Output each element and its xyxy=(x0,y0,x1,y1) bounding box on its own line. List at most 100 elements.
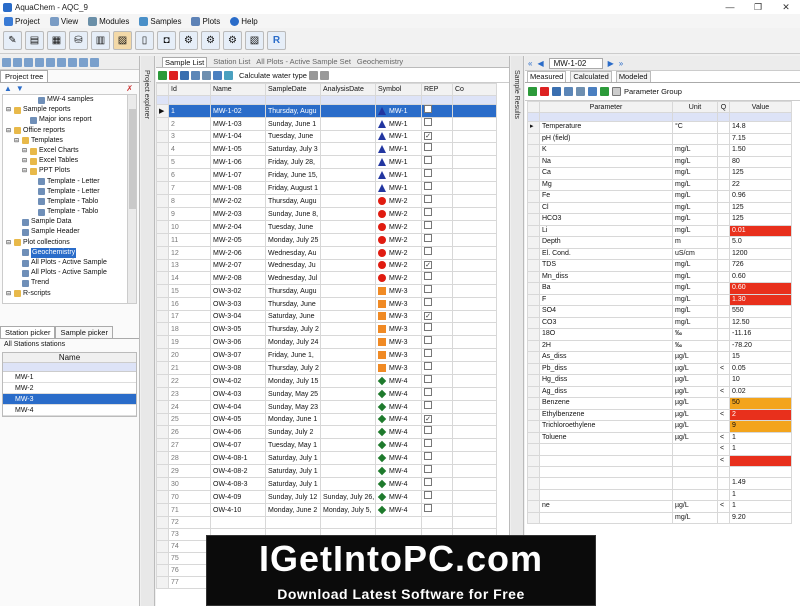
cell-name[interactable]: OW-4-04 xyxy=(210,400,266,414)
cell-parameter[interactable]: Cl xyxy=(539,201,673,214)
station-row[interactable]: MW-1 xyxy=(3,372,136,383)
settings-icon[interactable] xyxy=(90,58,99,67)
cell-name[interactable]: MW-2-04 xyxy=(210,220,266,234)
param-selector[interactable] xyxy=(527,144,540,157)
sample-row[interactable]: 6 MW-1-07 Friday, June 15, MW-1 xyxy=(156,168,497,182)
cell-co[interactable] xyxy=(452,310,497,323)
cell-parameter[interactable]: 2H xyxy=(539,339,673,352)
cell-symbol[interactable]: MW-1 xyxy=(375,142,422,156)
cell-unit[interactable] xyxy=(672,443,718,456)
parameter-row[interactable]: Fe mg/L 0.96 xyxy=(527,190,792,203)
tab-station-list[interactable]: Station List xyxy=(213,57,250,66)
cell-co[interactable] xyxy=(452,233,497,247)
row-selector[interactable] xyxy=(156,490,169,504)
cell-unit[interactable]: µg/L xyxy=(672,351,718,364)
cell-unit[interactable]: mg/L xyxy=(672,259,718,272)
cell-unit[interactable] xyxy=(672,488,718,502)
cell-parameter[interactable] xyxy=(539,477,673,490)
cell-analysisdate[interactable] xyxy=(320,451,376,465)
param-selector[interactable] xyxy=(527,282,540,295)
cell-unit[interactable]: µg/L xyxy=(672,374,718,387)
cell-q[interactable]: < xyxy=(717,431,730,444)
tree-node[interactable]: MW-4 samples xyxy=(3,95,136,105)
cell-symbol[interactable]: MW-2 xyxy=(375,207,422,221)
cell-analysisdate[interactable] xyxy=(320,181,376,195)
cell-unit[interactable]: ‰ xyxy=(672,328,718,341)
row-selector[interactable] xyxy=(156,233,169,247)
cell-parameter[interactable]: Toluene xyxy=(539,431,673,444)
expand-icon[interactable]: ⊟ xyxy=(6,289,12,299)
cell-name[interactable]: OW-3-03 xyxy=(210,297,266,311)
sample-row[interactable]: 15 OW-3-02 Thursday, Augu MW-3 xyxy=(156,284,497,298)
cell-q[interactable] xyxy=(717,259,730,272)
cell-name[interactable]: MW-2-02 xyxy=(210,194,266,208)
param-selector[interactable] xyxy=(527,351,540,364)
cell-sampledate[interactable]: Tuesday, June xyxy=(265,130,321,143)
cell-unit[interactable]: mg/L xyxy=(672,270,718,283)
cell-co[interactable] xyxy=(452,284,497,298)
sample-results-strip[interactable]: Sample Results xyxy=(511,56,524,606)
cell-analysisdate[interactable] xyxy=(320,104,376,118)
tree-node[interactable]: Major ions report xyxy=(3,115,136,125)
cell-analysisdate[interactable] xyxy=(320,220,376,234)
rep-checkbox[interactable]: ✓ xyxy=(424,132,432,140)
row-selector[interactable] xyxy=(156,552,169,565)
rep-checkbox[interactable] xyxy=(424,182,432,190)
cell-symbol[interactable]: MW-4 xyxy=(375,503,422,517)
cell-unit[interactable]: µg/L xyxy=(672,500,718,513)
cell-symbol[interactable]: MW-3 xyxy=(375,361,422,375)
cell-parameter[interactable]: Mn_diss xyxy=(539,270,673,283)
cell-unit[interactable]: mg/L xyxy=(672,201,718,214)
cell-rep[interactable] xyxy=(421,400,453,414)
cell-co[interactable] xyxy=(452,374,497,388)
cell-symbol[interactable]: MW-4 xyxy=(375,438,422,452)
cell-co[interactable] xyxy=(452,451,497,465)
col-value[interactable]: Value xyxy=(729,101,792,113)
tree-node[interactable]: ⊟ Templates xyxy=(3,136,136,146)
cell-parameter[interactable]: Trichloroethylene xyxy=(539,420,673,433)
cell-value[interactable]: 1.49 xyxy=(729,477,792,490)
cell-sampledate[interactable]: Monday, July 25 xyxy=(265,233,321,247)
cell-q[interactable] xyxy=(717,420,730,433)
tree-node[interactable]: All Plots - Active Sample xyxy=(3,258,136,268)
param-selector[interactable] xyxy=(527,339,540,352)
tree-node[interactable]: ⊟ Plot collections xyxy=(3,238,136,248)
row-selector[interactable] xyxy=(156,348,169,362)
cell-value[interactable]: 1 xyxy=(729,488,792,502)
cell-q[interactable] xyxy=(717,144,730,157)
station-row[interactable]: MW-2 xyxy=(3,383,136,394)
cell-parameter[interactable]: 18O xyxy=(539,328,673,341)
row-selector[interactable] xyxy=(156,540,169,553)
cell-symbol[interactable] xyxy=(375,516,422,529)
sample-row[interactable]: ▶ 1 MW-1-02 Thursday, Augu MW-1 xyxy=(156,104,497,118)
parameter-row[interactable]: HCO3 mg/L 125 xyxy=(527,213,792,226)
cell-sampledate[interactable]: Wednesday, Au xyxy=(265,246,321,260)
cell-analysisdate[interactable]: Monday, July 5, xyxy=(320,503,376,517)
param-selector[interactable] xyxy=(527,477,540,490)
cell-rep[interactable] xyxy=(421,425,453,439)
parameter-row[interactable]: Trichloroethylene µg/L 9 xyxy=(527,420,792,433)
cell-parameter[interactable]: CO3 xyxy=(539,316,673,329)
rep-checkbox[interactable] xyxy=(424,156,432,164)
sample-row[interactable]: 8 MW-2-02 Thursday, Augu MW-2 xyxy=(156,194,497,208)
rep-checkbox[interactable] xyxy=(424,234,432,242)
cell-analysisdate[interactable] xyxy=(320,425,376,439)
copy-icon[interactable] xyxy=(308,70,318,80)
cell-symbol[interactable]: MW-4 xyxy=(375,451,422,465)
row-selector[interactable] xyxy=(156,387,169,401)
cell-sampledate[interactable]: Monday, July 15 xyxy=(265,374,321,388)
tree-node[interactable]: ⊟ Excel Tables xyxy=(3,156,136,166)
cell-rep[interactable] xyxy=(421,284,453,298)
row-selector[interactable] xyxy=(156,130,169,143)
cell-parameter[interactable]: Ca xyxy=(539,167,673,180)
row-selector[interactable] xyxy=(156,400,169,414)
sample-row[interactable]: 2 MW-1-03 Sunday, June 1 MW-1 xyxy=(156,117,497,131)
cell-sampledate[interactable]: Sunday, May 25 xyxy=(265,387,321,401)
rep-checkbox[interactable] xyxy=(424,323,432,331)
rep-checkbox[interactable] xyxy=(424,195,432,203)
parameter-row[interactable]: 18O ‰ -11.16 xyxy=(527,328,792,341)
cell-sampledate[interactable]: Saturday, July 1 xyxy=(265,464,321,478)
cell-value[interactable]: 7.15 xyxy=(729,132,792,145)
row-selector[interactable] xyxy=(156,451,169,465)
cell-q[interactable] xyxy=(717,270,730,283)
